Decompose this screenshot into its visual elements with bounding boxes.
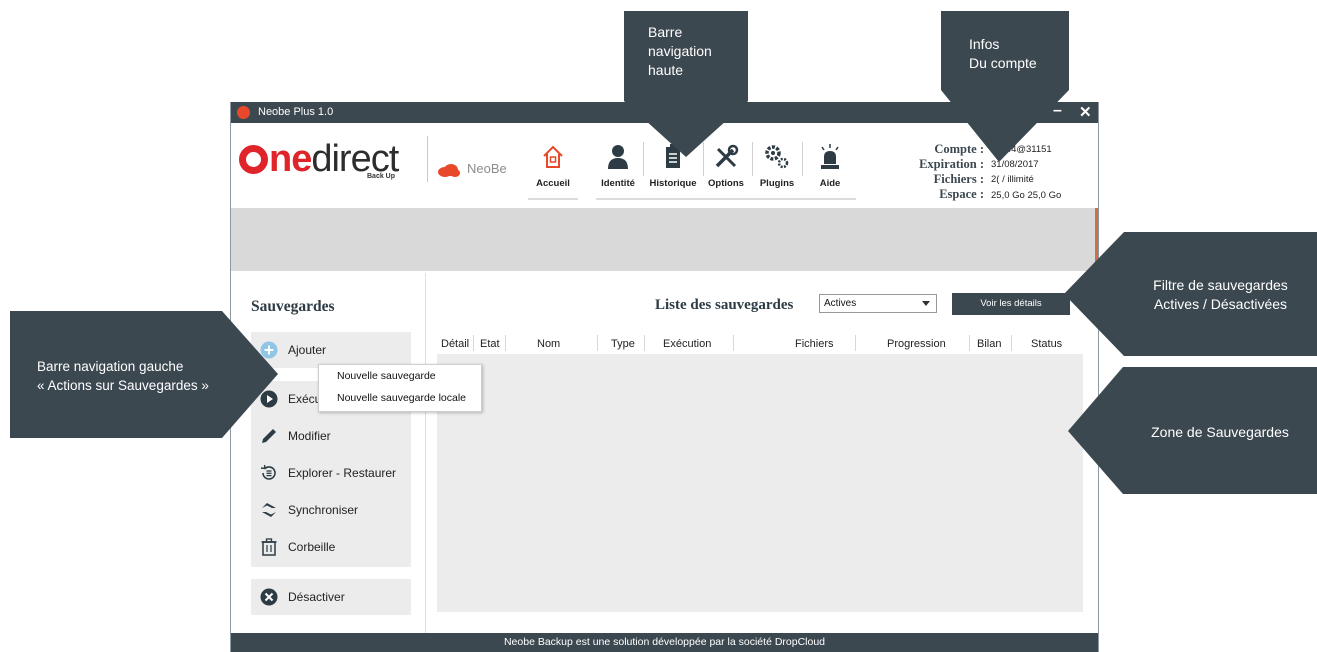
column-header[interactable]: Status	[1031, 338, 1062, 350]
backup-zone[interactable]	[437, 354, 1083, 612]
sidebar-item-corbeille[interactable]: Corbeille	[251, 529, 411, 565]
column-header[interactable]: Bilan	[977, 338, 1001, 350]
callout-text: Barre navigation gauche	[37, 359, 184, 374]
sync-icon	[262, 503, 276, 517]
callout-pointer	[1068, 367, 1123, 494]
callout-pointer	[624, 101, 748, 157]
sidebar-item-synchroniser[interactable]: Synchroniser	[251, 492, 411, 528]
backup-table-header: Détail Etat Nom Type Exécution Fichiers …	[437, 330, 1083, 354]
gears-icon	[765, 145, 789, 169]
chevron-down-icon	[922, 301, 930, 306]
fichiers-label: Fichiers :	[933, 172, 984, 186]
alarm-light-icon	[821, 144, 839, 169]
callout-text: Infos	[969, 36, 1000, 52]
callout-text: Zone de Sauvegardes	[1151, 424, 1289, 440]
sidebar-group-disable: Désactiver	[251, 579, 411, 615]
callout-account-info: Infos Du compte	[941, 11, 1069, 162]
neobe-brand: NeoBe	[467, 161, 507, 176]
callout-text: Barre	[648, 24, 683, 40]
callout-backup-zone: Zone de Sauvegardes	[1068, 367, 1317, 494]
backup-list-title: Liste des sauvegardes	[655, 297, 794, 313]
add-backup-menu: Nouvelle sauvegarde Nouvelle sauvegarde …	[318, 364, 482, 412]
trash-icon	[261, 538, 277, 556]
home-icon	[543, 145, 563, 168]
column-header[interactable]: Exécution	[663, 338, 711, 350]
column-separator	[1011, 335, 1012, 351]
column-header[interactable]: Progression	[887, 338, 946, 350]
nav-separator	[802, 142, 803, 176]
callout-left-nav: Barre navigation gauche « Actions sur Sa…	[10, 311, 278, 438]
column-header[interactable]: Nom	[537, 338, 560, 350]
sidebar-item-desactiver[interactable]: Désactiver	[251, 579, 411, 615]
x-circle-icon	[260, 588, 278, 606]
nav-aide[interactable]: Aide	[811, 142, 849, 202]
header-divider	[427, 136, 428, 182]
callout-text: haute	[648, 62, 684, 78]
callout-pointer	[1064, 232, 1124, 356]
column-separator	[855, 335, 856, 351]
column-header[interactable]: Fichiers	[795, 338, 834, 350]
callout-text: Actives / Désactivées	[1153, 296, 1288, 312]
callout-filter: Filtre de sauvegardes Actives / Désactiv…	[1064, 232, 1317, 356]
callout-text: Du compte	[969, 55, 1037, 71]
neobe-cloud-icon	[438, 164, 460, 177]
column-header[interactable]: Détail	[441, 338, 469, 350]
espace-label: Espace :	[939, 187, 984, 201]
callout-text: Filtre de sauvegardes	[1153, 277, 1288, 293]
column-separator	[733, 335, 734, 351]
column-separator	[597, 335, 598, 351]
sidebar-item-explorer-restaurer[interactable]: Explorer - Restaurer	[251, 455, 411, 491]
nav-group-underline	[596, 198, 856, 200]
footer-bar: Neobe Backup est une solution développée…	[231, 633, 1098, 652]
window-title: Neobe Plus 1.0	[258, 106, 334, 118]
column-separator	[644, 335, 645, 351]
column-separator	[969, 335, 970, 351]
onedirect-logo: nedirect Back Up	[239, 139, 421, 180]
menu-item-new-backup[interactable]: Nouvelle sauvegarde	[337, 370, 436, 382]
nav-separator	[752, 142, 753, 176]
column-header[interactable]: Type	[611, 338, 635, 350]
backup-filter-select[interactable]: Actives	[819, 294, 937, 313]
callout-pointer	[222, 311, 278, 438]
callout-text: « Actions sur Sauvegardes »	[37, 378, 209, 393]
callout-pointer	[941, 90, 1069, 162]
callout-text: navigation	[648, 43, 712, 59]
view-details-button[interactable]: Voir les détails	[952, 293, 1070, 315]
nav-accueil[interactable]: Accueil	[527, 142, 579, 202]
column-separator	[505, 335, 506, 351]
close-button[interactable]: ✕	[1079, 103, 1092, 121]
espace-value: 25,0 Go 25,0 Go	[991, 190, 1062, 201]
menu-item-new-local-backup[interactable]: Nouvelle sauvegarde locale	[337, 392, 466, 404]
callout-top-nav: Barre navigation haute	[624, 11, 748, 157]
restore-icon	[260, 464, 276, 480]
banner-area	[231, 208, 1098, 271]
app-icon	[237, 106, 250, 119]
nav-plugins[interactable]: Plugins	[756, 142, 798, 202]
column-separator	[473, 335, 474, 351]
fichiers-value: 2( / illimité	[991, 174, 1034, 185]
column-header[interactable]: Etat	[480, 338, 500, 350]
nav-accueil-underline	[528, 198, 578, 200]
